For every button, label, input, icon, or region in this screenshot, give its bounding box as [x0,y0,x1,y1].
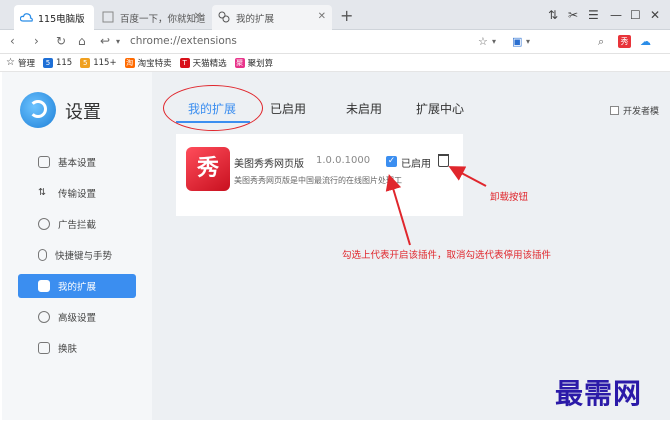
settings-sidebar: 设置 基本设置 ⇅ 传输设置 广告拦截 快捷键与手势 我的扩展 高级设置 换肤 [2,72,152,420]
shirt-icon [38,342,50,354]
transfer-icon: ⇅ [38,187,46,198]
sidebar-item-adblock[interactable]: 广告拦截 [18,212,136,236]
bookmark-logo-icon: 聚 [234,57,245,68]
cloud-icon [19,11,33,24]
extensions-main: 我的扩展 已启用 未启用 扩展中心 开发者模 秀 美图秀秀网页版 1.0.0.1… [152,72,670,420]
settings-menu: 基本设置 ⇅ 传输设置 广告拦截 快捷键与手势 我的扩展 高级设置 换肤 [18,150,136,367]
sidebar-item-basic[interactable]: 基本设置 [18,150,136,174]
home-icon[interactable]: ⌂ [78,34,86,48]
back-icon[interactable]: ‹ [10,34,15,48]
trash-icon[interactable] [438,154,449,167]
menu-icon[interactable]: ☰ [588,8,599,22]
tab-title: 我的扩展 [236,13,275,25]
extension-version: 1.0.0.1000 [316,155,371,166]
new-tab-button[interactable]: + [340,6,353,25]
address-bar: ‹ › ↻ ⌂ ↩ ▾ chrome://extensions ☆ ▾ ▣ ▾ … [0,30,670,54]
sidebar-item-advanced[interactable]: 高级设置 [18,305,136,329]
minimize-icon[interactable]: — [610,8,622,22]
puzzle-icon [218,11,231,24]
close-icon[interactable]: ✕ [194,11,202,22]
tab-enabled[interactable]: 已启用 [270,100,306,117]
bookmark-115[interactable]: 5 115 [42,57,72,68]
sidebar-item-shortcuts[interactable]: 快捷键与手势 [18,243,136,267]
settings-title: 设置 [65,102,101,123]
sidebar-item-transfer[interactable]: ⇅ 传输设置 [18,181,136,205]
extension-name: 美图秀秀网页版 [234,159,304,170]
watermark: 最需网 [555,377,643,410]
chevron-down-icon[interactable]: ▾ [526,37,530,46]
highlight-oval [163,85,263,131]
bookmark-115plus[interactable]: 5 115+ [80,57,117,68]
image-icon[interactable]: ▣ [512,35,522,48]
maximize-icon[interactable]: ☐ [630,8,641,22]
extension-description: 美图秀秀网页版是中国最流行的在线图片处理工 [234,176,402,185]
checkbox-note: 勾选上代表开启该插件，取消勾选代表停用该插件 [342,250,552,261]
search-icon[interactable]: ⌕ [598,35,604,49]
bookmark-logo-icon: 5 [80,57,91,68]
refresh-icon[interactable]: ↻ [56,34,66,48]
uninstall-note: 卸载按钮 [490,192,529,203]
bookmark-tmall[interactable]: T 天猫精选 [179,57,227,69]
bookmark-taobao[interactable]: 淘淘宝特卖 [124,57,172,69]
browser-logo-icon [20,92,56,128]
scissors-icon[interactable]: ✂ [568,8,578,22]
bookmark-logo-icon: 5 [42,57,53,68]
tab-bar: 115电脑版 百度一下，你就知道 ✕ 我的扩展 ✕ + ⇅ ✂ ☰ — ☐ ✕ [0,0,670,30]
meitu-xiuxiu-icon: 秀 [186,147,230,191]
sidebar-item-extensions[interactable]: 我的扩展 [18,274,136,298]
bookmark-manage[interactable]: ☆ 管理 [6,57,35,69]
close-window-icon[interactable]: ✕ [650,8,660,22]
close-icon[interactable]: ✕ [318,11,326,22]
grid-icon [38,280,50,292]
tab-baidu[interactable]: 百度一下，你就知道 ✕ [96,5,208,30]
chevron-down-icon[interactable]: ▾ [116,37,120,46]
cloud-icon[interactable]: ☁ [640,35,651,48]
tab-title: 115电脑版 [38,13,85,25]
enable-checkbox[interactable]: ✓ [386,156,397,167]
tab-disabled[interactable]: 未启用 [346,100,382,117]
ad-icon [38,218,50,230]
extension-xiu-icon[interactable]: 秀 [618,35,631,48]
tab-115[interactable]: 115电脑版 [14,5,94,30]
tab-extensions[interactable]: 我的扩展 ✕ [212,5,332,30]
star-icon[interactable]: ☆ [478,35,488,48]
forward-icon[interactable]: › [34,34,39,48]
mouse-icon [38,249,47,261]
extension-tabs: 我的扩展 已启用 未启用 扩展中心 开发者模 [152,72,670,131]
bookmarks-bar: ☆ 管理 5 115 5 115+ 淘淘宝特卖 T 天猫精选 聚聚划算 [0,54,670,72]
bookmark-logo-icon: T [179,57,190,68]
undo-icon[interactable]: ↩ [100,34,110,48]
bookmark-juhuasuan[interactable]: 聚聚划算 [234,57,273,69]
sidebar-item-skin[interactable]: 换肤 [18,336,136,360]
enabled-label: 已启用 [401,159,431,170]
sliders-icon [38,156,50,168]
page-icon [102,11,115,24]
developer-mode-checkbox[interactable] [610,106,619,115]
bookmark-logo-icon: 淘 [124,57,135,68]
sort-icon[interactable]: ⇅ [548,8,558,22]
tab-extension-center[interactable]: 扩展中心 [416,100,464,117]
url-input[interactable]: chrome://extensions [130,35,237,47]
chevron-down-icon[interactable]: ▾ [492,37,496,46]
gear-icon [38,311,50,323]
extension-card: 秀 美图秀秀网页版 1.0.0.1000 美图秀秀网页版是中国最流行的在线图片处… [176,134,463,216]
star-icon: ☆ [6,57,15,68]
developer-mode-toggle[interactable]: 开发者模 [610,104,659,117]
